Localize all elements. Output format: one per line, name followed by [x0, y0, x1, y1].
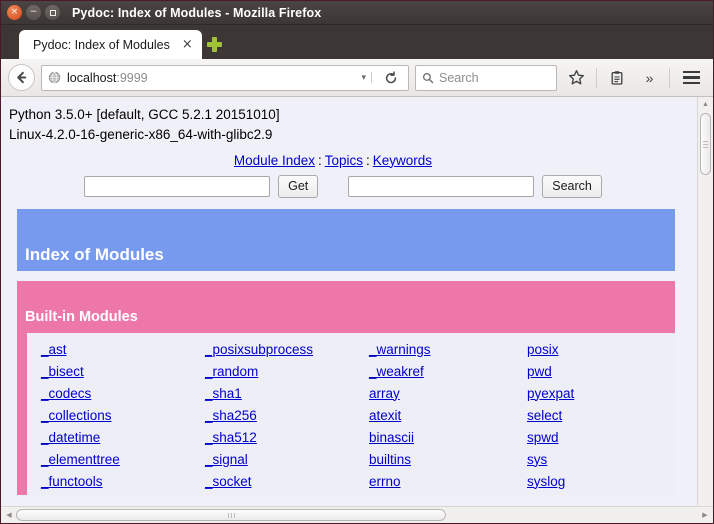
tab-strip: Pydoc: Index of Modules ×: [1, 25, 713, 59]
link-keywords[interactable]: Keywords: [373, 153, 432, 168]
module-link[interactable]: _collections: [41, 408, 112, 423]
module-link[interactable]: sys: [527, 452, 547, 467]
horizontal-scrollbar-thumb[interactable]: [16, 509, 446, 521]
get-button[interactable]: Get: [278, 174, 319, 198]
module-link[interactable]: _weakref: [369, 364, 424, 379]
link-module-index[interactable]: Module Index: [234, 153, 315, 168]
minimize-icon: −: [29, 7, 38, 17]
module-link[interactable]: _functools: [41, 474, 103, 489]
url-text: localhost:9999: [67, 71, 350, 85]
nav-separator-2: :: [366, 152, 370, 168]
clipboard-icon: [611, 70, 622, 85]
url-host: localhost: [67, 70, 117, 85]
module-link[interactable]: pyexpat: [527, 386, 574, 401]
pydoc-forms: Get Search: [9, 174, 697, 198]
window-title: Pydoc: Index of Modules - Mozilla Firefo…: [72, 5, 322, 20]
star-icon: [569, 70, 584, 85]
module-link[interactable]: _posixsubprocess: [205, 342, 313, 357]
module-link[interactable]: _sha512: [205, 430, 257, 445]
hamburger-icon: [682, 70, 700, 74]
maximize-icon: [49, 9, 56, 16]
title-bar: × − Pydoc: Index of Modules - Mozilla Fi…: [1, 1, 713, 25]
module-column-2: _posixsubprocess _random _sha1 _sha256 _…: [193, 339, 357, 493]
horizontal-scrollbar-track[interactable]: [16, 509, 698, 521]
overflow-menu-button[interactable]: »: [636, 64, 663, 92]
search-placeholder: Search: [439, 70, 479, 85]
new-tab-button[interactable]: [202, 30, 228, 59]
search-input[interactable]: Search: [415, 64, 557, 91]
module-link[interactable]: _codecs: [41, 386, 91, 401]
content-viewport: Python 3.5.0+ [default, GCC 5.2.1 201510…: [1, 97, 713, 506]
module-link[interactable]: _warnings: [369, 342, 431, 357]
reload-icon: [385, 70, 397, 83]
module-column-3: _warnings _weakref array atexit binascii…: [357, 339, 515, 493]
maximize-window-button[interactable]: [45, 5, 60, 20]
scroll-right-button[interactable]: ▶: [698, 511, 712, 519]
module-link[interactable]: builtins: [369, 452, 411, 467]
module-link[interactable]: _ast: [41, 342, 67, 357]
bookmark-button[interactable]: [563, 64, 590, 92]
search-icon: [423, 72, 434, 83]
scroll-up-button[interactable]: ▲: [698, 97, 714, 112]
module-link[interactable]: binascii: [369, 430, 414, 445]
vertical-scrollbar-thumb[interactable]: [700, 113, 711, 175]
module-link[interactable]: _elementtree: [41, 452, 120, 467]
tab-close-icon[interactable]: ×: [182, 38, 193, 51]
horizontal-scrollbar[interactable]: ◀ ▶: [1, 506, 713, 523]
module-link[interactable]: _sha256: [205, 408, 257, 423]
module-column-1: _ast _bisect _codecs _collections _datet…: [29, 339, 193, 493]
back-arrow-icon: [17, 71, 27, 84]
back-button[interactable]: [8, 64, 35, 91]
search-button[interactable]: Search: [542, 174, 602, 198]
module-link[interactable]: _socket: [205, 474, 252, 489]
chevrons-right-icon: »: [645, 69, 654, 86]
chevron-down-icon[interactable]: ▾: [356, 72, 372, 83]
module-link[interactable]: atexit: [369, 408, 401, 423]
module-link[interactable]: pwd: [527, 364, 552, 379]
pydoc-page: Python 3.5.0+ [default, GCC 5.2.1 201510…: [1, 97, 697, 506]
scroll-left-button[interactable]: ◀: [2, 511, 16, 519]
module-link[interactable]: _sha1: [205, 386, 242, 401]
minimize-window-button[interactable]: −: [26, 5, 41, 20]
module-column-4: posix pwd pyexpat select spwd sys syslog: [515, 339, 675, 493]
module-link[interactable]: array: [369, 386, 400, 401]
menu-button[interactable]: [676, 64, 706, 92]
page-nav-links: Module Index: Topics: Keywords: [9, 153, 697, 168]
module-link[interactable]: errno: [369, 474, 401, 489]
module-link[interactable]: select: [527, 408, 562, 423]
page-title: Index of Modules: [17, 208, 675, 271]
module-link[interactable]: spwd: [527, 430, 559, 445]
close-window-button[interactable]: ×: [7, 5, 22, 20]
built-in-modules-section: _ast _bisect _codecs _collections _datet…: [17, 324, 675, 495]
search-module-input[interactable]: [348, 175, 535, 197]
module-link[interactable]: _signal: [205, 452, 248, 467]
tab-label: Pydoc: Index of Modules: [33, 37, 170, 52]
globe-icon: [48, 71, 61, 84]
nav-separator-1: :: [317, 152, 322, 168]
toolbar-divider-2: [669, 67, 670, 88]
module-link[interactable]: _datetime: [41, 430, 100, 445]
section-heading-built-in-modules: Built-in Modules: [17, 280, 675, 325]
reload-button[interactable]: [378, 70, 404, 85]
get-input[interactable]: [84, 175, 271, 197]
library-button[interactable]: [603, 64, 630, 92]
module-link[interactable]: syslog: [527, 474, 565, 489]
tab-pydoc-index[interactable]: Pydoc: Index of Modules ×: [19, 30, 202, 59]
module-link[interactable]: posix: [527, 342, 559, 357]
toolbar-divider: [596, 67, 597, 88]
module-grid: _ast _bisect _codecs _collections _datet…: [27, 332, 675, 495]
link-topics[interactable]: Topics: [325, 153, 363, 168]
url-bar[interactable]: localhost:9999 ▾: [41, 64, 409, 91]
url-port: :9999: [116, 70, 148, 85]
navigation-toolbar: localhost:9999 ▾ Search »: [1, 59, 713, 97]
close-icon: ×: [10, 7, 19, 17]
browser-window: × − Pydoc: Index of Modules - Mozilla Fi…: [0, 0, 714, 524]
window-controls: × −: [7, 5, 60, 20]
python-version-line: Python 3.5.0+ [default, GCC 5.2.1 201510…: [9, 107, 280, 122]
module-link[interactable]: _bisect: [41, 364, 84, 379]
platform-line: Linux-4.2.0-16-generic-x86_64-with-glibc…: [9, 127, 273, 143]
module-link[interactable]: _random: [205, 364, 258, 379]
vertical-scrollbar[interactable]: ▲: [697, 97, 713, 506]
